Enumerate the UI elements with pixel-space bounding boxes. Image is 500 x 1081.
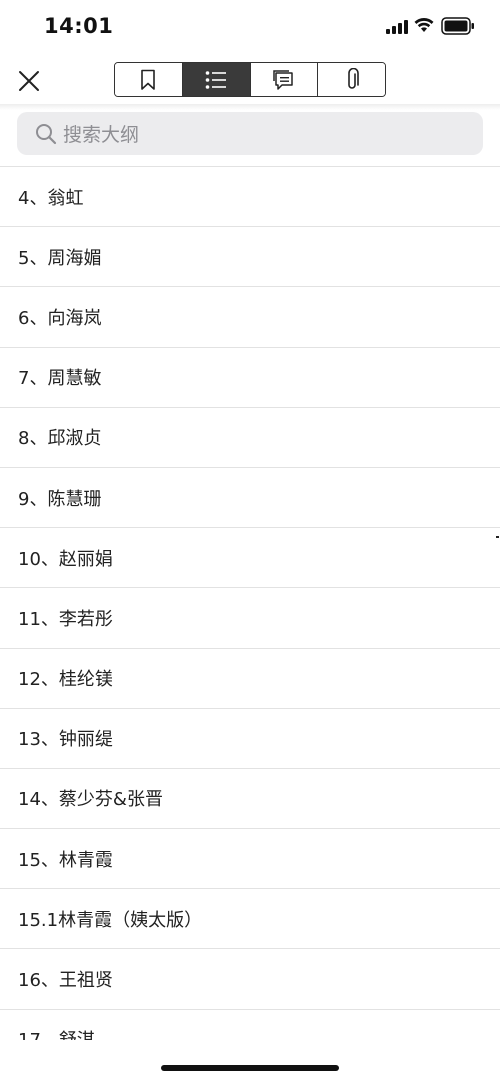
outline-list: 4、翁虹 5、周海媚 6、向海岚 7、周慧敏 8、邱淑贞 9、陈慧珊 10、赵丽…: [0, 167, 500, 1040]
wifi-icon: [414, 17, 434, 32]
outline-item[interactable]: 12、桂纶镁: [0, 649, 500, 709]
outline-item[interactable]: 16、王祖贤: [0, 949, 500, 1010]
outline-item[interactable]: 7、周慧敏: [0, 348, 500, 408]
tab-outline[interactable]: [182, 63, 251, 96]
toolbar-shadow: [0, 104, 500, 110]
outline-item[interactable]: 9、陈慧珊: [0, 468, 500, 529]
list-icon: [205, 70, 227, 89]
outline-item[interactable]: 4、翁虹: [0, 167, 500, 228]
search-icon: [36, 123, 57, 144]
outline-item[interactable]: 14、蔡少芬&张晋: [0, 769, 500, 830]
outline-item[interactable]: 15.1林青霞（姨太版）: [0, 889, 500, 950]
outline-item[interactable]: 8、邱淑贞: [0, 408, 500, 468]
outline-item[interactable]: 11、李若彤: [0, 588, 500, 649]
tab-attachments[interactable]: [318, 63, 385, 96]
outline-item[interactable]: 6、向海岚: [0, 287, 500, 348]
comment-icon: [273, 69, 293, 90]
close-button[interactable]: [12, 64, 46, 98]
toolbar: [0, 54, 500, 106]
paperclip-icon: [347, 67, 359, 89]
battery-icon: [441, 17, 474, 35]
status-time: 14:01: [44, 14, 114, 38]
close-icon: [19, 71, 39, 91]
home-indicator[interactable]: [161, 1065, 339, 1071]
outline-item[interactable]: 10、赵丽娟: [0, 528, 500, 589]
view-switcher: [114, 62, 386, 97]
outline-item[interactable]: 5、周海媚: [0, 227, 500, 288]
search-input[interactable]: 搜索大纲: [17, 112, 483, 155]
bookmark-icon: [141, 69, 156, 90]
tab-bookmarks[interactable]: [115, 63, 183, 96]
scroll-indicator[interactable]: [496, 536, 499, 538]
cellular-signal-icon: [386, 20, 408, 34]
outline-item[interactable]: 17、舒淇: [0, 1010, 500, 1040]
search-placeholder: 搜索大纲: [63, 124, 140, 146]
outline-item[interactable]: 15、林青霞: [0, 829, 500, 890]
status-bar: 14:01: [0, 0, 500, 54]
tab-comments[interactable]: [250, 63, 319, 96]
outline-item[interactable]: 13、钟丽缇: [0, 709, 500, 769]
